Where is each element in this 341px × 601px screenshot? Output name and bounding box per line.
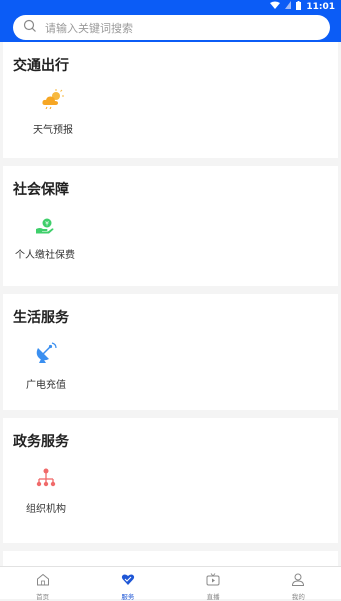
tab-service[interactable]: 服务 [85,567,170,601]
tab-home[interactable]: 首页 [0,567,85,601]
service-label: 个人缴社保费 [15,250,75,261]
service-item-social-security-payment[interactable]: ¥ 个人缴社保费 [10,218,80,261]
section-title: 生活服务 [13,310,69,326]
live-tv-icon [206,571,220,590]
org-chart-icon [36,468,56,492]
section-next-partial [3,551,338,566]
wifi-icon [270,1,281,12]
weather-icon [41,89,65,113]
status-bar: 11:01 [0,0,341,13]
section-title: 交通出行 [13,58,69,74]
search-icon [23,18,37,37]
service-item-weather[interactable]: 天气预报 [18,89,88,136]
tab-live[interactable]: 直播 [171,567,256,601]
section-title: 政务服务 [13,434,69,450]
tab-label: 服务 [121,593,135,601]
section-social-security: 社会保障 ¥ 个人缴社保费 [3,166,338,286]
service-item-broadcast-recharge[interactable]: 广电充值 [11,342,81,391]
hand-coin-icon: ¥ [35,218,55,238]
search-placeholder: 请输入关键词搜索 [45,21,133,35]
section-government-services: 政务服务 组织机构 [3,418,338,543]
service-label: 组织机构 [26,504,66,515]
tab-mine[interactable]: 我的 [256,567,341,601]
satellite-dish-icon [35,342,57,368]
section-traffic: 交通出行 天气预报 [3,42,338,158]
section-life-services: 生活服务 广电充值 [3,294,338,410]
svg-text:¥: ¥ [45,221,49,228]
service-label: 天气预报 [33,125,73,136]
tab-label: 首页 [36,593,50,601]
search-bar[interactable]: 请输入关键词搜索 [13,15,330,40]
status-time: 11:01 [306,1,335,12]
bottom-tab-bar: 首页 服务 直播 我的 [0,566,341,601]
signal-icon [285,1,292,12]
service-label: 广电充值 [26,380,66,391]
service-heart-icon [121,571,135,590]
section-title: 社会保障 [13,182,69,198]
tab-label: 直播 [206,593,220,601]
service-item-organization[interactable]: 组织机构 [11,468,81,515]
tab-label: 我的 [291,593,305,601]
header-bar: 请输入关键词搜索 [0,13,341,42]
battery-icon [296,0,302,13]
service-list: 交通出行 天气预报 社会保障 ¥ 个人缴社保费 生活服务 广电充值 政务服务 组… [0,42,341,566]
user-icon [291,571,305,590]
home-icon [36,571,50,590]
